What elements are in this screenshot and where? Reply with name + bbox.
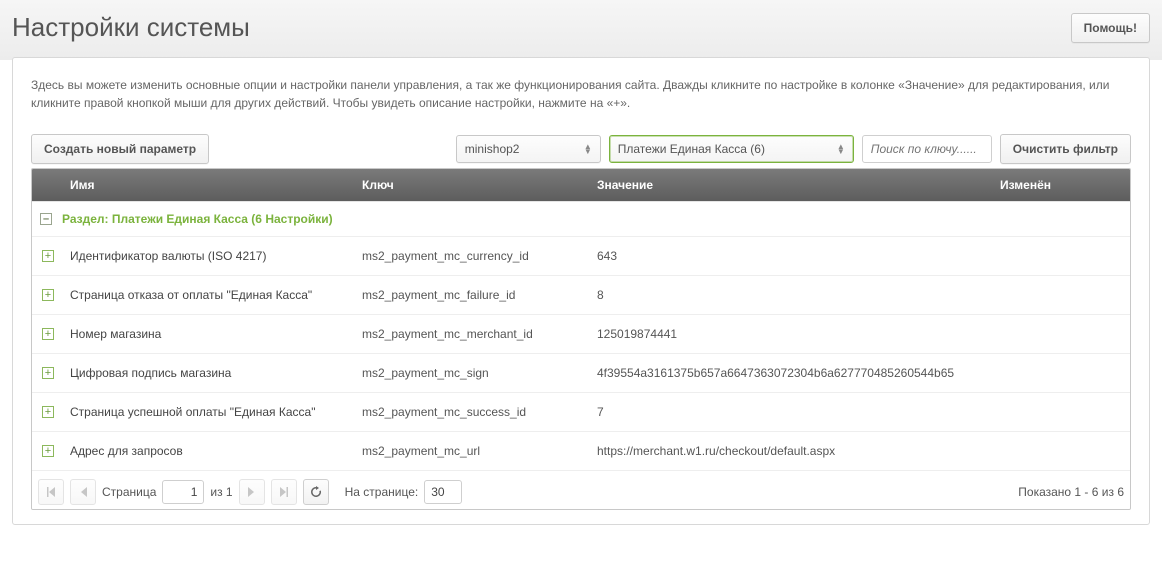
group-label: Раздел: Платежи Единая Касса (6 Настройк…	[62, 212, 333, 226]
cell-name: Страница успешной оплаты "Единая Касса"	[70, 405, 315, 419]
page-of-label: из 1	[210, 485, 232, 499]
col-modified-header[interactable]: Изменён	[990, 169, 1130, 201]
per-page-input[interactable]	[424, 480, 462, 504]
cell-name: Идентификатор валюты (ISO 4217)	[70, 249, 266, 263]
col-value-header[interactable]: Значение	[587, 169, 990, 201]
cell-value[interactable]: 4f39554a3161375b657a6647363072304b6a6277…	[595, 366, 982, 380]
per-page-label: На странице:	[345, 485, 419, 499]
help-button[interactable]: Помощь!	[1071, 13, 1150, 43]
page-number-input[interactable]	[162, 480, 204, 504]
col-key-header[interactable]: Ключ	[352, 169, 587, 201]
collapse-group-icon[interactable]	[40, 213, 52, 225]
cell-name: Цифровая подпись магазина	[70, 366, 231, 380]
cell-value[interactable]: 7	[595, 405, 982, 419]
cell-value[interactable]: 125019874441	[595, 327, 982, 341]
expand-row-icon[interactable]	[42, 250, 54, 262]
area-select[interactable]: Платежи Единая Касса (6) ▲▼	[609, 135, 854, 163]
expand-row-icon[interactable]	[42, 289, 54, 301]
clear-filter-button[interactable]: Очистить фильтр	[1000, 134, 1131, 164]
cell-key: ms2_payment_mc_sign	[360, 366, 595, 380]
cell-value[interactable]: https://merchant.w1.ru/checkout/default.…	[595, 444, 982, 458]
cell-key: ms2_payment_mc_merchant_id	[360, 327, 595, 341]
refresh-button[interactable]	[303, 479, 329, 505]
cell-key: ms2_payment_mc_currency_id	[360, 249, 595, 263]
cell-name: Адрес для запросов	[70, 444, 183, 458]
first-page-button[interactable]	[38, 479, 64, 505]
cell-value[interactable]: 643	[595, 249, 982, 263]
toolbar: Создать новый параметр minishop2 ▲▼ Плат…	[31, 134, 1131, 164]
table-row[interactable]: Цифровая подпись магазина ms2_payment_mc…	[32, 353, 1130, 392]
chevron-updown-icon: ▲▼	[584, 144, 592, 154]
namespace-value: minishop2	[465, 142, 520, 156]
search-input[interactable]	[862, 135, 992, 163]
namespace-select[interactable]: minishop2 ▲▼	[456, 135, 601, 163]
grid-header: Имя Ключ Значение Изменён	[32, 169, 1130, 201]
next-page-button[interactable]	[239, 479, 265, 505]
table-row[interactable]: Номер магазина ms2_payment_mc_merchant_i…	[32, 314, 1130, 353]
cell-value[interactable]: 8	[595, 288, 982, 302]
expand-row-icon[interactable]	[42, 328, 54, 340]
settings-grid: Имя Ключ Значение Изменён Раздел: Платеж…	[31, 168, 1131, 510]
table-row[interactable]: Идентификатор валюты (ISO 4217) ms2_paym…	[32, 236, 1130, 275]
prev-page-button[interactable]	[70, 479, 96, 505]
chevron-updown-icon: ▲▼	[837, 144, 845, 154]
cell-name: Номер магазина	[70, 327, 161, 341]
cell-key: ms2_payment_mc_failure_id	[360, 288, 595, 302]
table-row[interactable]: Страница успешной оплаты "Единая Касса" …	[32, 392, 1130, 431]
panel-description: Здесь вы можете изменить основные опции …	[31, 76, 1131, 112]
last-page-button[interactable]	[271, 479, 297, 505]
col-name-header[interactable]: Имя	[60, 169, 352, 201]
expand-row-icon[interactable]	[42, 445, 54, 457]
page-title: Настройки системы	[12, 12, 250, 43]
cell-name: Страница отказа от оплаты "Единая Касса"	[70, 288, 312, 302]
area-value: Платежи Единая Касса (6)	[618, 142, 765, 156]
paging-status: Показано 1 - 6 из 6	[1018, 485, 1124, 499]
settings-panel: Здесь вы можете изменить основные опции …	[12, 57, 1150, 525]
group-row[interactable]: Раздел: Платежи Единая Касса (6 Настройк…	[32, 201, 1130, 236]
create-setting-button[interactable]: Создать новый параметр	[31, 134, 209, 164]
expand-row-icon[interactable]	[42, 406, 54, 418]
paging-toolbar: Страница из 1 На странице: Показано 1 - …	[32, 470, 1130, 509]
cell-key: ms2_payment_mc_success_id	[360, 405, 595, 419]
table-row[interactable]: Адрес для запросов ms2_payment_mc_url ht…	[32, 431, 1130, 470]
table-row[interactable]: Страница отказа от оплаты "Единая Касса"…	[32, 275, 1130, 314]
cell-key: ms2_payment_mc_url	[360, 444, 595, 458]
page-label: Страница	[102, 485, 156, 499]
expand-row-icon[interactable]	[42, 367, 54, 379]
